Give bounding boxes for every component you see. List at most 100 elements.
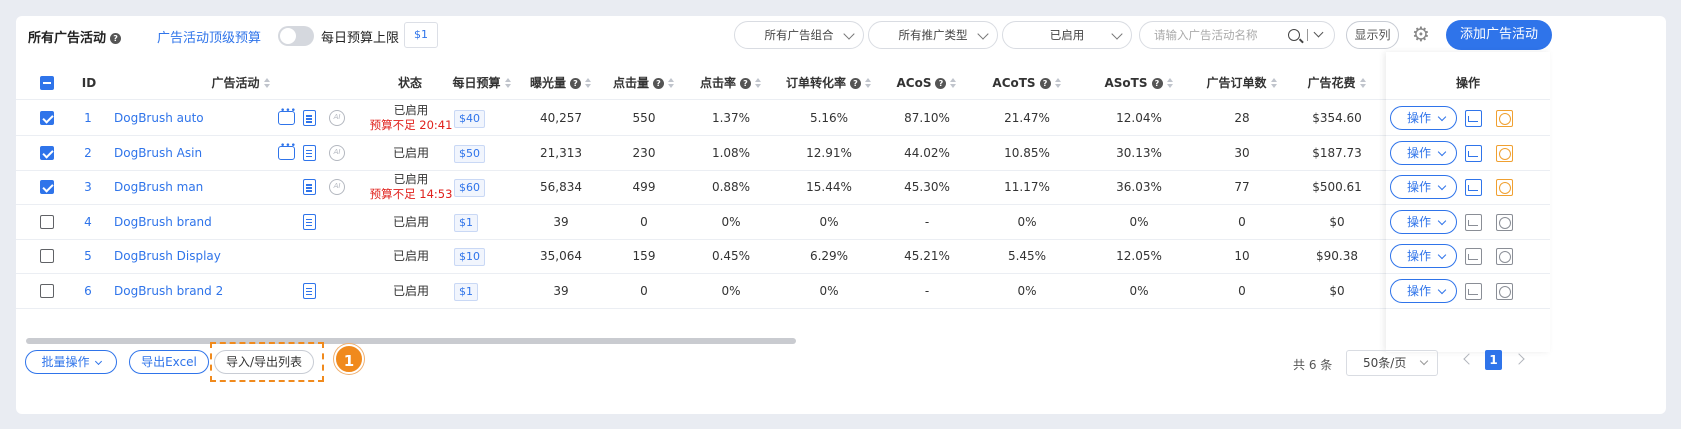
campaign-name-link[interactable]: DogBrush brand 2 — [114, 274, 264, 308]
acos-cell: 87.10% — [904, 111, 950, 125]
header-acos[interactable]: ACoS? — [882, 66, 972, 100]
page-size-select[interactable]: 50条/页 — [1346, 350, 1438, 376]
actions-dropdown-button[interactable]: 操作 — [1390, 244, 1457, 268]
schedule-clock-icon[interactable] — [1496, 179, 1513, 196]
help-icon[interactable]: ? — [740, 78, 751, 89]
header-clicks[interactable]: 点击量? — [602, 66, 686, 100]
actions-dropdown-button[interactable]: 操作 — [1390, 175, 1457, 199]
budget-input[interactable]: $10 — [454, 248, 485, 266]
bulk-actions-button[interactable]: 批量操作 — [25, 350, 117, 374]
sort-icon[interactable] — [865, 78, 872, 88]
chart-icon[interactable] — [1465, 248, 1482, 265]
budget-input[interactable]: $40 — [454, 110, 485, 128]
sort-icon[interactable] — [504, 78, 512, 88]
header-asots[interactable]: ASoTS? — [1084, 66, 1194, 100]
chevron-down-icon[interactable] — [1313, 27, 1324, 38]
help-icon[interactable]: ? — [1151, 78, 1163, 89]
chart-icon[interactable] — [1465, 144, 1482, 162]
help-icon[interactable]: ? — [570, 78, 581, 89]
row-checkbox[interactable] — [40, 283, 54, 298]
status-select[interactable]: 已启用 — [1002, 21, 1132, 49]
sort-icon[interactable] — [585, 78, 592, 88]
sort-icon[interactable] — [1054, 78, 1062, 88]
header-budget[interactable]: 每日预算 — [440, 66, 524, 100]
campaign-name-link[interactable]: DogBrush brand — [114, 205, 264, 239]
header-spend[interactable]: 广告花费 — [1292, 66, 1382, 100]
help-icon[interactable]: ? — [1039, 78, 1051, 89]
actions-dropdown-button[interactable]: 操作 — [1390, 106, 1457, 130]
schedule-clock-icon[interactable] — [1496, 213, 1513, 231]
header-ctr[interactable]: 点击率? — [686, 66, 776, 100]
document-icon[interactable] — [303, 282, 316, 299]
help-icon[interactable]: ? — [110, 33, 122, 44]
document-icon[interactable] — [303, 213, 316, 230]
help-icon[interactable]: ? — [850, 78, 861, 89]
ad-type-select[interactable]: 所有推广类型 — [868, 21, 998, 49]
comment-icon[interactable] — [278, 106, 296, 125]
sort-icon[interactable] — [1359, 78, 1367, 88]
add-campaign-button[interactable]: 添加广告活动 — [1446, 20, 1552, 50]
chart-icon[interactable] — [1465, 110, 1482, 127]
current-page[interactable]: 1 — [1485, 350, 1502, 370]
document-icon[interactable] — [303, 179, 316, 195]
export-excel-button[interactable]: 导出Excel — [129, 350, 209, 374]
asots-cell: 12.05% — [1116, 249, 1162, 263]
sort-icon[interactable] — [950, 78, 957, 88]
campaign-name-link[interactable]: DogBrush auto — [114, 101, 264, 135]
header-impressions[interactable]: 曝光量? — [516, 66, 606, 100]
prev-page-icon[interactable] — [1463, 353, 1475, 365]
campaign-name-link[interactable]: DogBrush Asin — [114, 136, 264, 170]
chart-icon[interactable] — [1465, 282, 1482, 300]
budget-input[interactable]: $1 — [454, 282, 478, 301]
sort-icon[interactable] — [755, 78, 762, 88]
scrollbar-thumb[interactable] — [26, 338, 796, 344]
select-all-checkbox[interactable] — [40, 76, 54, 90]
header-cvr[interactable]: 订单转化率? — [776, 66, 882, 100]
schedule-clock-icon[interactable] — [1496, 110, 1513, 127]
sort-icon[interactable] — [1166, 78, 1174, 88]
budget-input[interactable]: $1 — [454, 213, 478, 232]
help-icon[interactable]: ? — [653, 78, 664, 89]
gear-icon[interactable]: ⚙ — [1412, 24, 1432, 44]
row-checkbox[interactable] — [40, 249, 54, 263]
status-text: 已启用 — [393, 172, 429, 186]
row-checkbox[interactable] — [40, 111, 54, 125]
help-icon[interactable]: ? — [935, 78, 947, 89]
top-budget-label[interactable]: 广告活动顶级预算 — [157, 27, 261, 46]
row-checkbox[interactable] — [40, 214, 54, 229]
chart-icon[interactable] — [1465, 213, 1482, 231]
sort-icon[interactable] — [263, 78, 271, 88]
ai-icon[interactable]: AI — [329, 144, 345, 161]
search-input[interactable]: 请输入广告活动名称 — [1139, 21, 1335, 49]
document-icon[interactable] — [303, 110, 316, 126]
search-icon[interactable] — [1288, 29, 1300, 41]
portfolio-select[interactable]: 所有广告组合 — [734, 21, 864, 49]
next-page-icon[interactable] — [1513, 353, 1525, 365]
header-campaign[interactable]: 广告活动 — [196, 66, 286, 100]
header-orders[interactable]: 广告订单数 — [1192, 66, 1292, 100]
top-budget-toggle[interactable] — [278, 26, 314, 46]
daily-limit-input[interactable]: $1 — [404, 22, 438, 48]
actions-dropdown-button[interactable]: 操作 — [1390, 140, 1457, 165]
impressions-cell: 56,834 — [540, 180, 582, 194]
header-acots[interactable]: ACoTS? — [972, 66, 1082, 100]
row-checkbox[interactable] — [40, 145, 54, 160]
campaign-name-link[interactable]: DogBrush man — [114, 170, 264, 204]
budget-input[interactable]: $50 — [454, 144, 485, 163]
budget-input[interactable]: $60 — [454, 179, 485, 197]
ai-icon[interactable]: AI — [329, 179, 345, 195]
ai-icon[interactable]: AI — [329, 110, 345, 126]
document-icon[interactable] — [303, 144, 316, 161]
actions-dropdown-button[interactable]: 操作 — [1390, 278, 1457, 303]
actions-dropdown-button[interactable]: 操作 — [1390, 209, 1457, 234]
schedule-clock-icon[interactable] — [1496, 282, 1513, 300]
chart-icon[interactable] — [1465, 179, 1482, 196]
columns-button[interactable]: 显示列 — [1346, 21, 1399, 49]
schedule-clock-icon[interactable] — [1496, 144, 1513, 162]
campaign-name-link[interactable]: DogBrush Display — [114, 239, 264, 273]
schedule-clock-icon[interactable] — [1496, 248, 1513, 265]
sort-icon[interactable] — [1270, 78, 1278, 88]
comment-icon[interactable] — [278, 141, 296, 160]
row-checkbox[interactable] — [40, 180, 54, 194]
sort-icon[interactable] — [668, 78, 675, 88]
